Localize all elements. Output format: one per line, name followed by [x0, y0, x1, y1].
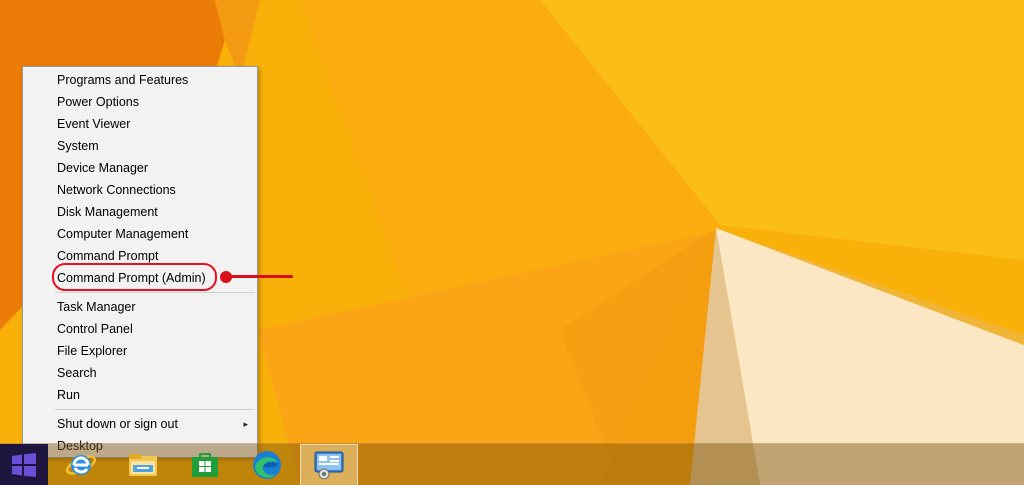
menu-item-control-panel[interactable]: Control Panel	[23, 318, 257, 340]
taskbar-file-explorer[interactable]	[114, 444, 172, 485]
menu-group-apps: Task Manager Control Panel File Explorer…	[23, 296, 257, 406]
internet-explorer-icon	[65, 455, 97, 475]
menu-item-computer-management[interactable]: Computer Management	[23, 223, 257, 245]
taskbar-microsoft-edge[interactable]	[238, 444, 296, 485]
desktop[interactable]: Programs and Features Power Options Even…	[0, 0, 1024, 485]
highlight-ring	[52, 263, 217, 291]
menu-separator	[55, 292, 255, 293]
file-explorer-icon	[129, 454, 157, 476]
callout-dot	[220, 271, 232, 283]
menu-item-device-manager[interactable]: Device Manager	[23, 157, 257, 179]
submenu-arrow-icon: ▸	[243, 419, 248, 429]
menu-item-power-options[interactable]: Power Options	[23, 91, 257, 113]
menu-item-disk-management[interactable]: Disk Management	[23, 201, 257, 223]
taskbar-control-panel[interactable]	[300, 444, 358, 485]
menu-group-admin-tools: Programs and Features Power Options Even…	[23, 67, 257, 289]
callout-line	[230, 275, 293, 278]
menu-item-network-connections[interactable]: Network Connections	[23, 179, 257, 201]
start-button[interactable]	[0, 444, 48, 485]
store-icon	[192, 453, 218, 477]
edge-icon	[253, 451, 281, 479]
menu-item-system[interactable]: System	[23, 135, 257, 157]
menu-item-shut-down-or-sign-out[interactable]: Shut down or sign out ▸	[23, 413, 257, 435]
taskbar-internet-explorer[interactable]	[52, 444, 110, 485]
menu-item-run[interactable]: Run	[23, 384, 257, 406]
winx-context-menu: Programs and Features Power Options Even…	[22, 66, 258, 458]
control-panel-icon	[314, 451, 344, 480]
taskbar	[0, 443, 1024, 485]
menu-separator	[55, 409, 255, 410]
taskbar-windows-store[interactable]	[176, 444, 234, 485]
menu-item-task-manager[interactable]: Task Manager	[23, 296, 257, 318]
menu-item-file-explorer[interactable]: File Explorer	[23, 340, 257, 362]
menu-item-event-viewer[interactable]: Event Viewer	[23, 113, 257, 135]
menu-item-search[interactable]: Search	[23, 362, 257, 384]
menu-item-programs-and-features[interactable]: Programs and Features	[23, 69, 257, 91]
windows-logo-icon	[12, 453, 36, 477]
